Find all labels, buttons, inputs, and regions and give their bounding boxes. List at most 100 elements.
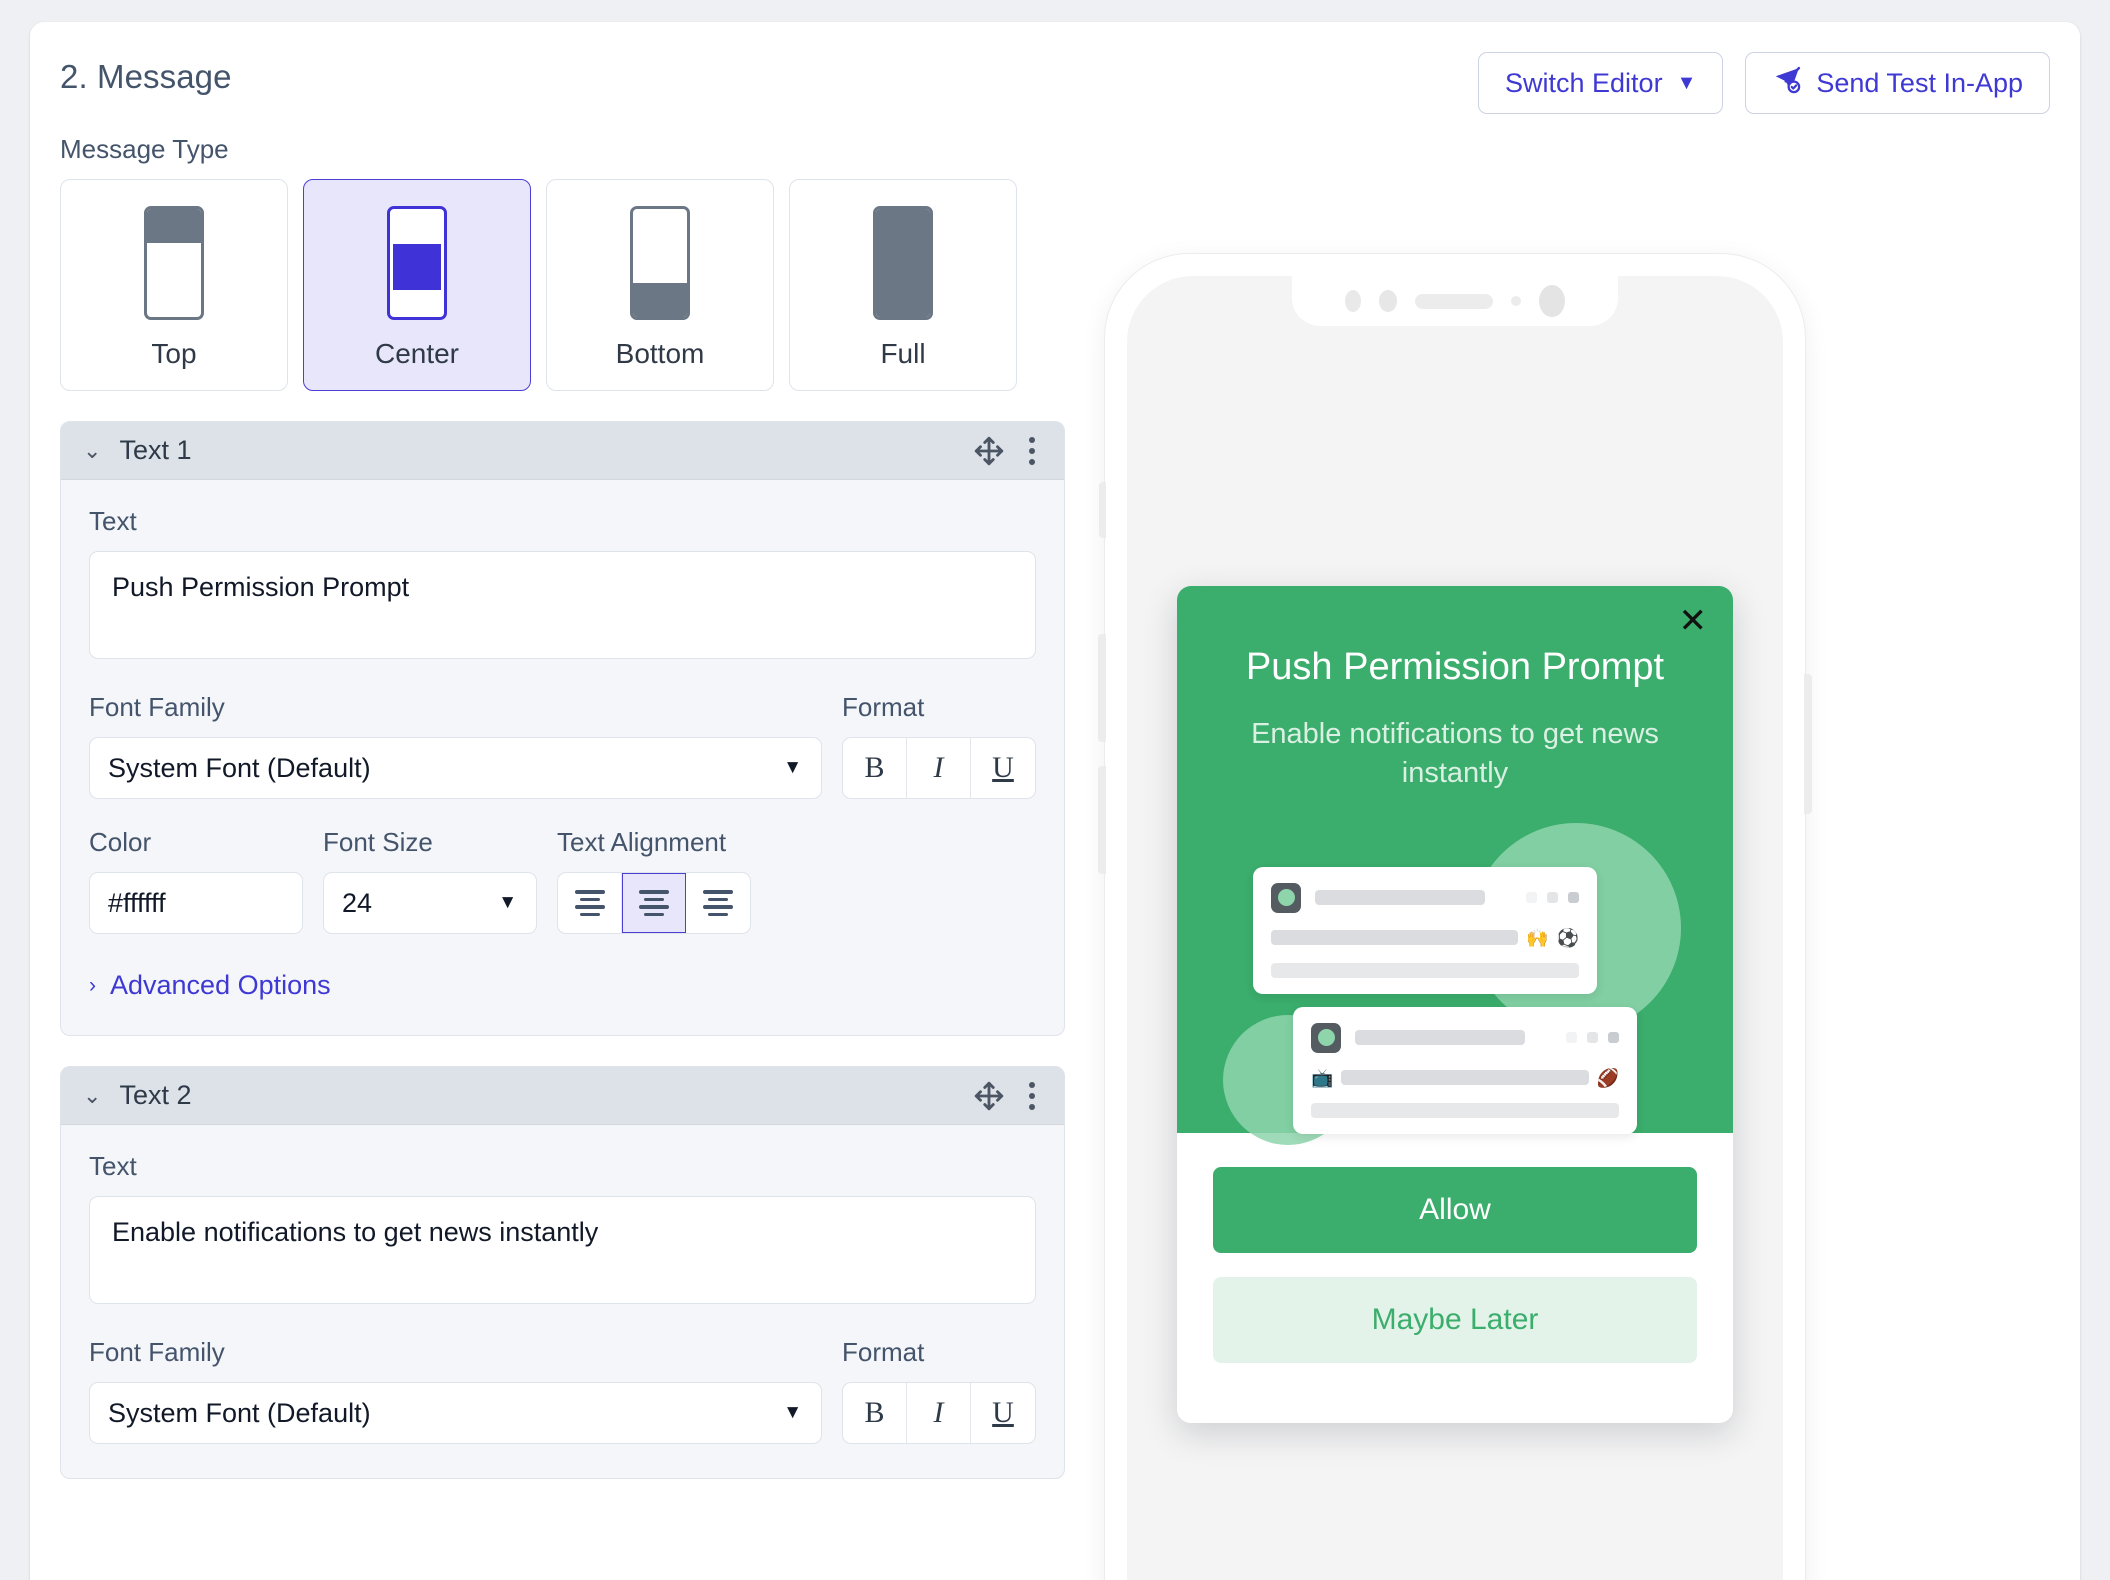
text-1-title: Text 1 [119, 435, 192, 465]
layout-center-icon [387, 206, 447, 320]
layout-top-icon [144, 206, 204, 320]
layout-full-icon [873, 206, 933, 320]
notification-card-1: 🙌 ⚽ [1253, 866, 1597, 994]
text-1-format-label: Format [842, 692, 925, 722]
chevron-down-icon[interactable]: ⌄ [83, 438, 101, 464]
text-2-font-family-select[interactable]: System Font (Default) [89, 1382, 822, 1444]
page-title: 2. Message [60, 58, 232, 95]
more-options-icon[interactable] [1022, 433, 1042, 469]
text-1-font-size-label: Font Size [323, 827, 433, 857]
text-2-format-label: Format [842, 1337, 925, 1367]
text-1-input[interactable] [89, 551, 1036, 659]
send-icon [1772, 65, 1802, 102]
skeleton-title-bar [1355, 1030, 1525, 1046]
text-1-font-family-select[interactable]: System Font (Default) [89, 737, 822, 799]
text-1-alignment-label: Text Alignment [557, 827, 727, 857]
notification-card-line-1: 📺 🏈 [1311, 1069, 1619, 1087]
text-2-panel-header[interactable]: ⌄ Text 2 [61, 1067, 1064, 1125]
send-test-label: Send Test In-App [1816, 67, 2023, 98]
text-1-color-input[interactable] [90, 873, 302, 933]
text-1-advanced-options-label: Advanced Options [110, 970, 331, 1000]
phone-screen: ✕ Push Permission Prompt Enable notifica… [1127, 276, 1783, 1580]
switch-editor-button[interactable]: Switch Editor ▼ [1478, 52, 1724, 114]
message-type-bottom-label: Bottom [615, 338, 705, 369]
text-2-title: Text 2 [119, 1080, 192, 1110]
notch-camera-icon [1539, 285, 1565, 317]
text-1-font-size-select-wrap: 24 ▼ [323, 872, 537, 934]
text-1-panel: ⌄ Text 1 Text Push Permission Prompt Fon… [60, 421, 1065, 1036]
notification-dots-icon [1566, 1032, 1619, 1044]
drag-move-icon[interactable] [972, 434, 1006, 468]
message-type-center[interactable]: Center [303, 179, 531, 391]
text-2-text-label: Text [89, 1151, 137, 1181]
chevron-down-icon[interactable]: ⌄ [83, 1083, 101, 1109]
allow-button[interactable]: Allow [1213, 1166, 1697, 1253]
italic-button[interactable]: I [907, 1383, 971, 1443]
app-icon [1271, 882, 1301, 913]
text-1-font-family-label: Font Family [89, 692, 225, 722]
text-2-format-buttons: B I U [842, 1382, 1036, 1444]
card-header: 2. Message Switch Editor ▼ Send Test In-… [30, 22, 2080, 134]
italic-button[interactable]: I [907, 738, 971, 798]
drag-move-icon[interactable] [972, 1079, 1006, 1113]
text-1-font-row: Font Family System Font (Default) ▼ Form… [89, 692, 1036, 799]
message-type-top[interactable]: Top [60, 179, 288, 391]
text-2-font-row: Font Family System Font (Default) ▼ Form… [89, 1337, 1036, 1444]
align-left-icon [574, 890, 605, 916]
bold-button[interactable]: B [843, 1383, 907, 1443]
phone-power-button [1804, 674, 1812, 814]
app-page: 2. Message Switch Editor ▼ Send Test In-… [0, 0, 2110, 1580]
text-1-alignment-buttons [557, 872, 751, 934]
text-1-font-size-group: Font Size 24 ▼ [323, 827, 537, 934]
notification-card-header [1311, 1022, 1619, 1053]
skeleton-bar [1271, 962, 1579, 978]
align-right-icon [703, 890, 733, 916]
television-emoji-icon: 📺 [1311, 1067, 1334, 1088]
maybe-later-button[interactable]: Maybe Later [1213, 1276, 1697, 1363]
text-2-font-family-group: Font Family System Font (Default) ▼ [89, 1337, 822, 1444]
text-2-font-family-select-wrap: System Font (Default) ▼ [89, 1382, 822, 1444]
text-1-alignment-group: Text Alignment [557, 827, 751, 934]
text-2-font-family-label: Font Family [89, 1337, 225, 1367]
in-app-message-hero: ✕ Push Permission Prompt Enable notifica… [1177, 586, 1733, 1145]
in-app-message-title: Push Permission Prompt [1245, 646, 1665, 688]
preview-column: ✕ Push Permission Prompt Enable notifica… [1098, 254, 1812, 1580]
in-app-message-subtitle: Enable notifications to get news instant… [1251, 718, 1659, 789]
send-test-in-app-button[interactable]: Send Test In-App [1745, 52, 2050, 114]
text-1-format-group: Format B I U [842, 692, 1036, 799]
underline-button[interactable]: U [971, 1383, 1035, 1443]
text-2-input[interactable] [89, 1196, 1036, 1304]
text-1-style-row: Color Font Size 24 ▼ [89, 827, 1036, 934]
message-type-full-label: Full [880, 338, 926, 369]
message-type-full[interactable]: Full [789, 179, 1017, 391]
in-app-message-illustration: 🙌 ⚽ 📺 🏈 [1211, 822, 1699, 1145]
message-type-options: Top Center Bottom Full [60, 179, 1065, 391]
notch-speaker-icon [1415, 293, 1493, 309]
text-1-format-buttons: B I U [842, 737, 1036, 799]
notch-dot-icon [1379, 290, 1397, 312]
text-2-panel-body: Text Font Family System Font (Default) ▼ [61, 1125, 1064, 1478]
text-1-font-size-select[interactable]: 24 [323, 872, 537, 934]
message-type-bottom[interactable]: Bottom [546, 179, 774, 391]
text-1-font-family-group: Font Family System Font (Default) ▼ [89, 692, 822, 799]
text-1-advanced-options-link[interactable]: › Advanced Options [89, 970, 1036, 1001]
bold-button[interactable]: B [843, 738, 907, 798]
layout-bottom-icon [630, 206, 690, 320]
app-icon [1311, 1022, 1341, 1053]
text-1-color-label: Color [89, 827, 152, 857]
text-2-format-group: Format B I U [842, 1337, 1036, 1444]
notch-sensor-icon [1511, 296, 1521, 306]
phone-volume-up-button [1098, 634, 1106, 742]
align-center-button[interactable] [622, 873, 686, 933]
text-1-text-label: Text [89, 506, 137, 536]
text-1-font-family-select-wrap: System Font (Default) ▼ [89, 737, 822, 799]
underline-button[interactable]: U [971, 738, 1035, 798]
phone-notch [1292, 276, 1618, 326]
more-options-icon[interactable] [1022, 1078, 1042, 1114]
align-right-button[interactable] [686, 873, 750, 933]
text-1-panel-header[interactable]: ⌄ Text 1 [61, 422, 1064, 480]
align-left-button[interactable] [558, 873, 622, 933]
phone-volume-down-button [1098, 766, 1106, 874]
notification-card-2: 📺 🏈 [1293, 1006, 1637, 1134]
close-icon[interactable]: ✕ [1679, 604, 1708, 638]
